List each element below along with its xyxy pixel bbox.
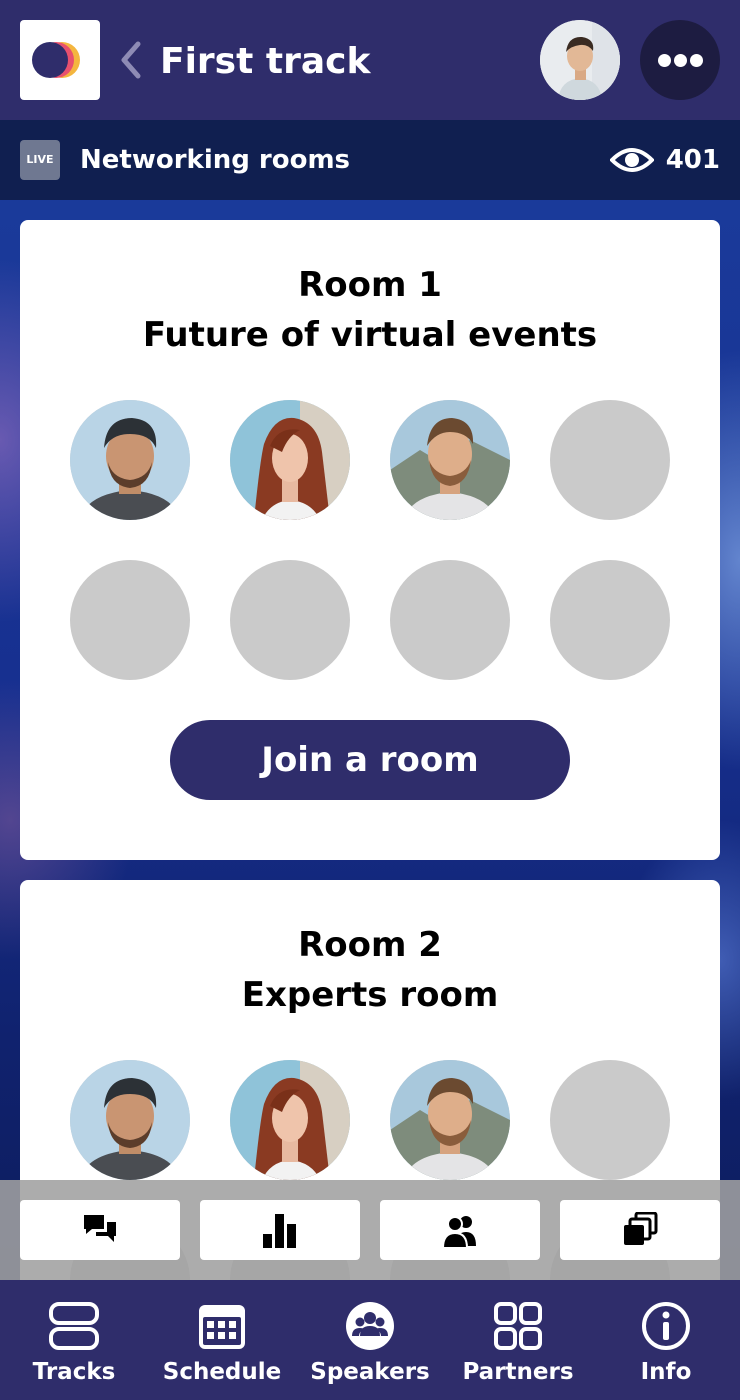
nav-label: Partners [462, 1359, 574, 1385]
room-card: Room 1 Future of virtual events Join a r… [20, 220, 720, 860]
nav-tracks[interactable]: Tracks [0, 1280, 148, 1400]
room-name: Room 1 [298, 265, 442, 305]
nav-schedule[interactable]: Schedule [148, 1280, 296, 1400]
live-badge: LIVE [20, 140, 60, 180]
nav-label: Schedule [162, 1359, 282, 1385]
eye-icon [610, 148, 654, 172]
speakers-icon [346, 1302, 394, 1350]
empty-seat[interactable] [390, 560, 510, 680]
empty-seat[interactable] [70, 560, 190, 680]
app-logo[interactable] [20, 20, 100, 100]
action-toolbar [0, 1180, 740, 1280]
nav-partners[interactable]: Partners [444, 1280, 592, 1400]
nav-label: Info [640, 1359, 692, 1385]
poll-chart-icon [263, 1214, 296, 1248]
attendees-button[interactable] [380, 1200, 540, 1260]
user-avatar[interactable] [540, 20, 620, 100]
empty-seat[interactable] [230, 560, 350, 680]
chat-icon [84, 1215, 116, 1242]
tracks-icon [49, 1302, 99, 1350]
nav-speakers[interactable]: Speakers [296, 1280, 444, 1400]
slides-icon [624, 1212, 658, 1245]
partners-grid-icon [494, 1302, 542, 1350]
more-options-button[interactable] [640, 20, 720, 100]
empty-seat[interactable] [550, 1060, 670, 1180]
empty-seat[interactable] [550, 560, 670, 680]
poll-button[interactable] [200, 1200, 360, 1260]
nav-label: Speakers [310, 1359, 430, 1385]
participant-avatar[interactable] [390, 400, 510, 520]
bottom-navigation: Tracks Schedule Speakers Partners Info [0, 1280, 740, 1400]
room-name: Room 2 [298, 925, 442, 965]
nav-info[interactable]: Info [592, 1280, 740, 1400]
top-header: First track [0, 0, 740, 120]
participant-avatar[interactable] [70, 400, 190, 520]
track-title: First track [160, 41, 371, 82]
viewer-count: 401 [665, 145, 720, 175]
info-icon [642, 1302, 690, 1350]
room-topic: Experts room [241, 975, 499, 1015]
participant-avatar[interactable] [230, 1060, 350, 1180]
slides-button[interactable] [560, 1200, 720, 1260]
live-session-bar: LIVE Networking rooms 401 [0, 120, 740, 200]
room-topic: Future of virtual events [142, 315, 598, 355]
calendar-icon [199, 1305, 245, 1349]
participant-avatar[interactable] [230, 400, 350, 520]
participant-avatar[interactable] [70, 1060, 190, 1180]
join-room-button[interactable]: Join a room [170, 720, 570, 800]
chat-button[interactable] [20, 1200, 180, 1260]
chevron-left-icon[interactable] [118, 40, 148, 80]
nav-label: Tracks [32, 1359, 116, 1385]
session-title: Networking rooms [80, 145, 351, 175]
attendees-icon [442, 1216, 476, 1248]
empty-seat[interactable] [550, 400, 670, 520]
participant-avatar[interactable] [390, 1060, 510, 1180]
